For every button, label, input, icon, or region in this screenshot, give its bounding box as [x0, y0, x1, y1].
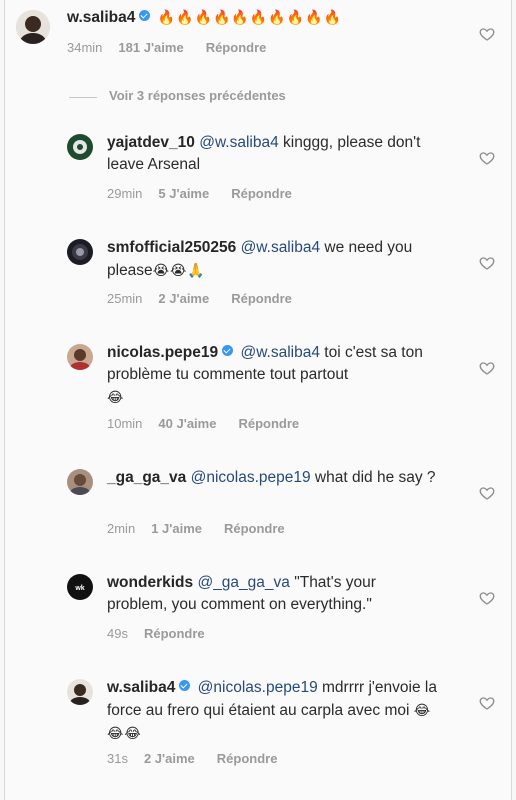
reply-button[interactable]: Répondre [206, 40, 267, 55]
username[interactable]: _ga_ga_va [107, 469, 186, 486]
comment-meta: 25min 2 J'aime Répondre [107, 291, 314, 306]
username[interactable]: nicolas.pepe19 [107, 344, 218, 361]
likes-count[interactable]: 181 J'aime [118, 40, 183, 55]
likes-count[interactable]: 1 J'aime [151, 521, 202, 536]
reply-button[interactable]: Répondre [217, 751, 278, 766]
view-replies-button[interactable]: Voir 3 réponses précédentes [109, 88, 286, 103]
timestamp: 2min [107, 521, 136, 536]
comment-body: what did he say ? [314, 469, 436, 486]
timestamp: 25min [107, 291, 143, 306]
reply-button[interactable]: Répondre [231, 291, 292, 306]
heart-icon[interactable] [479, 255, 495, 271]
verified-badge-icon [139, 10, 151, 21]
likes-count[interactable]: 2 J'aime [144, 751, 195, 766]
heart-icon[interactable] [479, 695, 495, 711]
avatar[interactable]: wk [67, 574, 93, 600]
likes-count[interactable]: 5 J'aime [158, 186, 209, 201]
comment-text: _ga_ga_va @nicolas.pepe19 what did he sa… [107, 467, 457, 489]
reply-button[interactable]: Répondre [231, 186, 292, 201]
comment-emoji: 🔥🔥🔥🔥🔥🔥🔥🔥🔥🔥 [157, 9, 342, 25]
mention-link[interactable]: @_ga_ga_va [197, 574, 289, 591]
reply-button[interactable]: Répondre [224, 521, 285, 536]
mention-link[interactable]: @nicolas.pepe19 [198, 679, 318, 696]
verified-badge-icon [222, 345, 234, 356]
avatar[interactable] [67, 239, 93, 265]
mention-link[interactable]: @w.saliba4 [241, 239, 321, 256]
comment-emoji: 😂 [107, 389, 125, 405]
mention-link[interactable]: @w.saliba4 [199, 134, 279, 151]
comment-text: yajatdev_10 @w.saliba4 kinggg, please do… [107, 132, 437, 176]
timestamp: 49s [107, 626, 128, 641]
comment-text: w.saliba4 🔥🔥🔥🔥🔥🔥🔥🔥🔥🔥 [67, 6, 467, 29]
reply-button[interactable]: Répondre [144, 626, 205, 641]
username[interactable]: yajatdev_10 [107, 134, 195, 151]
heart-icon[interactable] [479, 485, 495, 501]
comment-meta: 2min 1 J'aime Répondre [107, 521, 307, 536]
thread-line [69, 97, 97, 98]
comment-text: wonderkids @_ga_ga_va "That's your probl… [107, 572, 437, 616]
heart-icon[interactable] [479, 360, 495, 376]
comment-text: smfofficial250256 @w.saliba4 we need you… [107, 237, 437, 282]
timestamp: 29min [107, 186, 143, 201]
svg-text:wk: wk [74, 585, 84, 592]
comment-meta: 29min 5 J'aime Répondre [107, 186, 314, 201]
comment-meta: 34min 181 J'aime Répondre [67, 40, 288, 55]
avatar[interactable] [67, 679, 93, 705]
likes-count[interactable]: 2 J'aime [158, 291, 209, 306]
reply-button[interactable]: Répondre [238, 416, 299, 431]
avatar[interactable] [16, 10, 50, 44]
username[interactable]: w.saliba4 [107, 679, 175, 696]
comment-emoji: 😭😭🙏 [152, 262, 206, 278]
comment-text: nicolas.pepe19 @w.saliba4 toi c'est sa t… [107, 342, 457, 409]
comment-meta: 31s 2 J'aime Répondre [107, 751, 299, 766]
comment-meta: 49s Répondre [107, 626, 227, 641]
comments-panel: w.saliba4 🔥🔥🔥🔥🔥🔥🔥🔥🔥🔥 34min 181 J'aime Répo… [4, 0, 512, 800]
mention-link[interactable]: @nicolas.pepe19 [191, 469, 311, 486]
mention-link[interactable]: @w.saliba4 [240, 344, 320, 361]
avatar[interactable] [67, 344, 93, 370]
heart-icon[interactable] [479, 150, 495, 166]
verified-badge-icon [179, 680, 191, 691]
likes-count[interactable]: 40 J'aime [158, 416, 216, 431]
heart-icon[interactable] [479, 26, 495, 42]
avatar[interactable] [67, 469, 93, 495]
username[interactable]: w.saliba4 [67, 9, 135, 26]
timestamp: 31s [107, 751, 128, 766]
username[interactable]: smfofficial250256 [107, 239, 236, 256]
heart-icon[interactable] [479, 590, 495, 606]
comment-meta: 10min 40 J'aime Répondre [107, 416, 321, 431]
timestamp: 34min [67, 40, 103, 55]
username[interactable]: wonderkids [107, 574, 193, 591]
comment-text: w.saliba4 @nicolas.pepe19 mdrrrr j'envoi… [107, 677, 437, 745]
timestamp: 10min [107, 416, 143, 431]
avatar[interactable] [67, 134, 93, 160]
